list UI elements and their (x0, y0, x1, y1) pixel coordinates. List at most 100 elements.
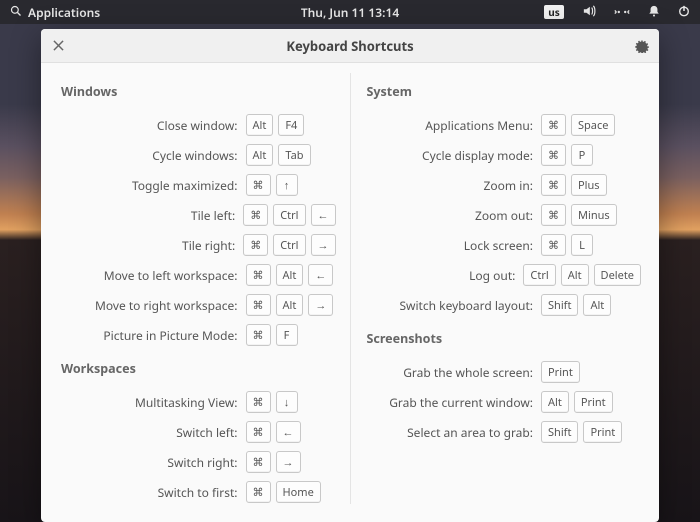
network-icon[interactable] (614, 4, 630, 21)
shortcut-row[interactable]: Cycle display mode:⌘P (365, 140, 642, 170)
shortcut-row[interactable]: Move to left workspace: ⌘Alt← (59, 260, 336, 290)
shortcut-keys: ⌘Space (541, 114, 641, 136)
shortcut-label: Lock screen: (365, 237, 534, 254)
key-cap: ⌘ (541, 204, 566, 226)
key-cap: Ctrl (273, 204, 305, 226)
key-cap: ⌘ (246, 481, 271, 503)
key-cap: ⌘ (246, 451, 271, 473)
key-cap: ↓ (276, 391, 298, 413)
volume-icon[interactable] (582, 4, 596, 21)
shortcut-label: Cycle windows: (59, 147, 238, 164)
shortcut-row[interactable]: Grab the current window: AltPrint (365, 387, 642, 417)
shortcut-keys: ⌘Alt→ (246, 294, 336, 316)
shortcut-label: Grab the whole screen: (365, 364, 534, 381)
power-icon[interactable] (678, 4, 690, 21)
shortcut-keys: ⌘→ (246, 451, 336, 473)
key-cap: Print (583, 421, 622, 443)
shortcut-row[interactable]: Move to right workspace: ⌘Alt→ (59, 290, 336, 320)
key-cap: ⌘ (541, 234, 566, 256)
key-cap: ⌘ (243, 204, 268, 226)
key-cap: Print (574, 391, 613, 413)
shortcut-keys: ⌘↑ (246, 174, 336, 196)
shortcut-row[interactable]: Switch left:⌘← (59, 417, 336, 447)
key-cap: P (571, 144, 593, 166)
shortcut-keys: ⌘↓ (246, 391, 336, 413)
input-source-indicator[interactable]: us (544, 5, 564, 19)
section-title: Workspaces (59, 350, 336, 387)
key-cap: Space (571, 114, 615, 136)
shortcut-row[interactable]: Log out:CtrlAltDelete (365, 260, 642, 290)
shortcut-label: Grab the current window: (365, 394, 534, 411)
shortcut-row[interactable]: Close window:AltF4 (59, 110, 336, 140)
shortcut-row[interactable]: Select an area to grab:ShiftPrint (365, 417, 642, 447)
shortcut-keys: ⌘Ctrl ← (243, 204, 335, 226)
shortcut-row[interactable]: Grab the whole screen: Print (365, 357, 642, 387)
shortcut-label: Log out: (365, 267, 516, 284)
key-cap: ⌘ (246, 264, 271, 286)
key-cap: ⌘ (541, 174, 566, 196)
search-icon[interactable] (10, 4, 22, 21)
shortcut-row[interactable]: Tile right: ⌘Ctrl→ (59, 230, 336, 260)
keyboard-shortcuts-dialog: Keyboard Shortcuts WindowsClose window:A… (41, 29, 659, 522)
shortcut-keys: ⌘F (246, 324, 336, 346)
key-cap: L (571, 234, 593, 256)
shortcut-label: Picture in Picture Mode: (59, 327, 238, 344)
shortcut-keys: ⌘Alt← (246, 264, 336, 286)
applications-menu[interactable]: Applications (28, 4, 100, 21)
key-cap: ⌘ (246, 391, 271, 413)
key-cap: ← (311, 204, 336, 226)
key-cap: ⌘ (541, 114, 566, 136)
shortcut-label: Switch to first: (59, 484, 238, 501)
key-cap: Shift (541, 294, 578, 316)
close-button[interactable] (41, 29, 75, 63)
dialog-title: Keyboard Shortcuts (41, 37, 659, 55)
shortcut-row[interactable]: Switch to first: ⌘Home (59, 477, 336, 504)
shortcut-label: Move to left workspace: (59, 267, 238, 284)
shortcut-keys: ⌘Home (246, 481, 336, 503)
key-cap: F (276, 324, 298, 346)
key-cap: Minus (571, 204, 617, 226)
settings-button[interactable] (625, 29, 659, 63)
shortcut-row[interactable]: Toggle maximized: ⌘↑ (59, 170, 336, 200)
key-cap: Alt (541, 391, 569, 413)
key-cap: Alt (246, 144, 274, 166)
shortcut-row[interactable]: Tile left:⌘Ctrl← (59, 200, 336, 230)
section-title: Screenshots (365, 320, 642, 357)
key-cap: ⌘ (243, 234, 268, 256)
shortcut-label: Zoom out: (365, 207, 534, 224)
notifications-icon[interactable] (648, 4, 660, 21)
shortcut-label: Toggle maximized: (59, 177, 238, 194)
shortcut-keys: AltTab (246, 144, 336, 166)
shortcut-row[interactable]: Switch right:⌘→ (59, 447, 336, 477)
shortcut-label: Multitasking View: (59, 394, 238, 411)
key-cap: → (276, 451, 301, 473)
shortcut-keys: ⌘P (541, 144, 641, 166)
clock[interactable]: Thu, Jun 11 13:14 (301, 4, 399, 21)
shortcut-label: Close window: (59, 117, 238, 134)
shortcut-keys: Print (541, 361, 641, 383)
shortcut-row[interactable]: Zoom in:⌘Plus (365, 170, 642, 200)
shortcut-keys: ⌘Plus (541, 174, 641, 196)
shortcut-keys: ⌘Ctrl→ (243, 234, 335, 256)
key-cap: → (308, 294, 333, 316)
key-cap: ← (308, 264, 333, 286)
shortcut-row[interactable]: Lock screen: ⌘L (365, 230, 642, 260)
section-title: System (365, 73, 642, 110)
key-cap: Delete (594, 264, 641, 286)
key-cap: Alt (561, 264, 589, 286)
shortcut-row[interactable]: Picture in Picture Mode: ⌘F (59, 320, 336, 350)
shortcut-label: Move to right workspace: (59, 297, 238, 314)
key-cap: ⌘ (246, 421, 271, 443)
shortcut-label: Tile right: (59, 237, 235, 254)
shortcut-label: Switch left: (59, 424, 238, 441)
shortcut-keys: AltPrint (541, 391, 641, 413)
shortcut-row[interactable]: Multitasking View: ⌘↓ (59, 387, 336, 417)
shortcut-row[interactable]: Switch keyboard layout:ShiftAlt (365, 290, 642, 320)
shortcut-row[interactable]: Zoom out: ⌘Minus (365, 200, 642, 230)
shortcut-row[interactable]: Cycle windows: AltTab (59, 140, 336, 170)
section-title: Windows (59, 73, 336, 110)
left-column: WindowsClose window:AltF4Cycle windows:A… (59, 73, 351, 504)
shortcut-row[interactable]: Applications Menu:⌘Space (365, 110, 642, 140)
key-cap: F4 (278, 114, 304, 136)
key-cap: Plus (571, 174, 607, 196)
